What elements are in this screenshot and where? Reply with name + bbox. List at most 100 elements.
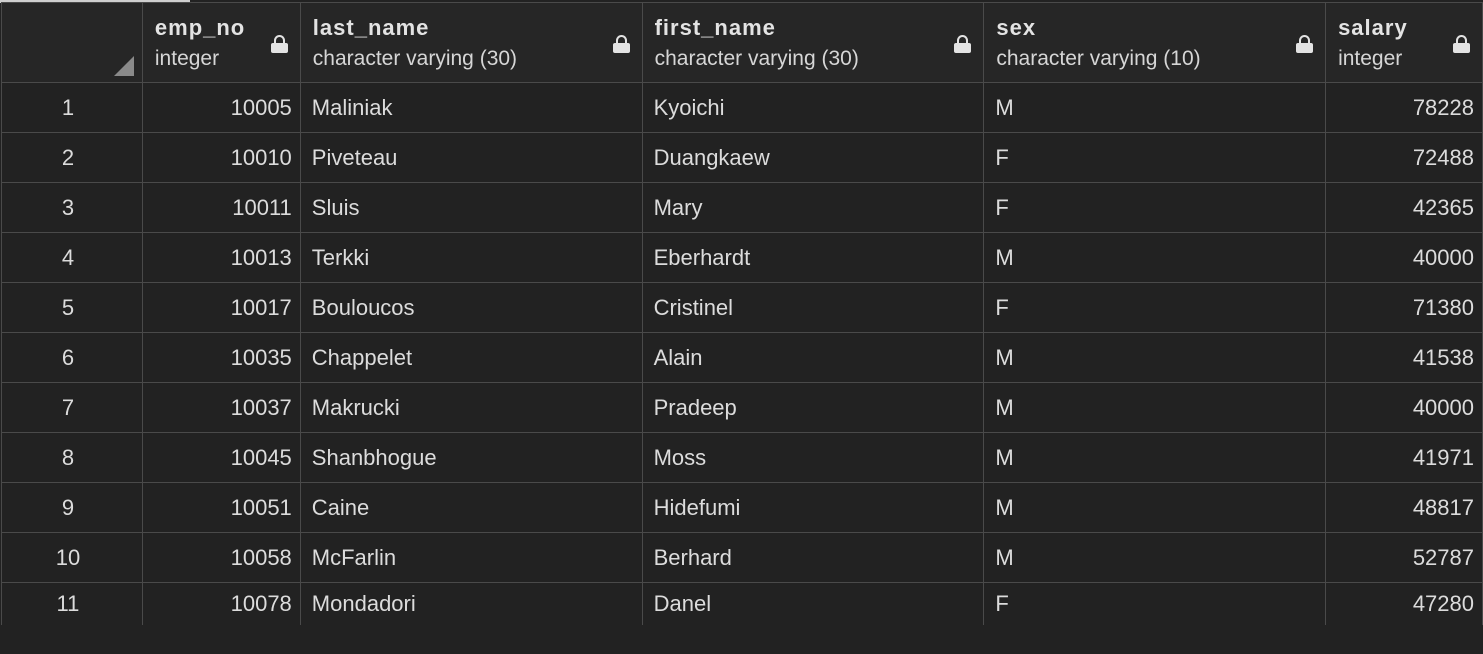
cell-first-name[interactable]: Berhard bbox=[641, 532, 985, 583]
cell-last-name[interactable]: Piveteau bbox=[299, 132, 643, 183]
cell-first-name[interactable]: Cristinel bbox=[641, 282, 985, 333]
cell-first-name[interactable]: Hidefumi bbox=[641, 482, 985, 533]
cell-sex[interactable]: M bbox=[983, 382, 1327, 433]
table-row[interactable]: 10 10058 McFarlin Berhard M 52787 bbox=[1, 532, 1483, 583]
cell-emp-no[interactable]: 10035 bbox=[141, 332, 301, 383]
column-header-last-name[interactable]: last_name character varying (30) bbox=[299, 2, 643, 83]
row-number[interactable]: 1 bbox=[1, 82, 143, 133]
cell-emp-no[interactable]: 10045 bbox=[141, 432, 301, 483]
cell-salary[interactable]: 40000 bbox=[1325, 382, 1483, 433]
table-row[interactable]: 11 10078 Mondadori Danel F 47280 bbox=[1, 582, 1483, 625]
cell-last-name[interactable]: Sluis bbox=[299, 182, 643, 233]
column-type: character varying (30) bbox=[654, 47, 859, 70]
cell-first-name[interactable]: Alain bbox=[641, 332, 985, 383]
cell-last-name[interactable]: Makrucki bbox=[299, 382, 643, 433]
cell-emp-no[interactable]: 10017 bbox=[141, 282, 301, 333]
table-row[interactable]: 6 10035 Chappelet Alain M 41538 bbox=[1, 332, 1483, 383]
row-number[interactable]: 7 bbox=[1, 382, 143, 433]
cell-salary[interactable]: 40000 bbox=[1325, 232, 1483, 283]
table-row[interactable]: 7 10037 Makrucki Pradeep M 40000 bbox=[1, 382, 1483, 433]
cell-last-name[interactable]: Caine bbox=[299, 482, 643, 533]
lock-icon bbox=[1453, 35, 1470, 53]
cell-first-name[interactable]: Pradeep bbox=[641, 382, 985, 433]
cell-sex[interactable]: F bbox=[983, 582, 1327, 625]
cell-first-name[interactable]: Danel bbox=[641, 582, 985, 625]
table-row[interactable]: 3 10011 Sluis Mary F 42365 bbox=[1, 182, 1483, 233]
cell-sex[interactable]: F bbox=[983, 182, 1327, 233]
lock-icon bbox=[270, 35, 288, 53]
row-number[interactable]: 2 bbox=[1, 132, 143, 183]
column-header-emp-no[interactable]: emp_no integer bbox=[141, 2, 301, 83]
cell-sex[interactable]: M bbox=[983, 82, 1327, 133]
cell-sex[interactable]: M bbox=[983, 232, 1327, 283]
lock-icon bbox=[954, 35, 972, 53]
cell-last-name[interactable]: Maliniak bbox=[299, 82, 643, 133]
cell-salary[interactable]: 48817 bbox=[1325, 482, 1483, 533]
column-type: integer bbox=[1338, 47, 1403, 70]
cell-emp-no[interactable]: 10013 bbox=[141, 232, 301, 283]
row-number[interactable]: 5 bbox=[1, 282, 143, 333]
row-number[interactable]: 3 bbox=[1, 182, 143, 233]
results-grid: emp_no integer last_name character varying … bbox=[0, 0, 1483, 654]
table-row[interactable]: 1 10005 Maliniak Kyoichi M 78228 bbox=[1, 82, 1483, 133]
column-name: sex bbox=[996, 15, 1037, 40]
column-header-first-name[interactable]: first_name character varying (30) bbox=[641, 2, 985, 83]
cell-last-name[interactable]: Mondadori bbox=[299, 582, 643, 625]
lock-icon bbox=[1296, 35, 1314, 53]
row-number[interactable]: 4 bbox=[1, 232, 143, 283]
cell-first-name[interactable]: Duangkaew bbox=[641, 132, 985, 183]
cell-last-name[interactable]: Chappelet bbox=[299, 332, 643, 383]
cell-salary[interactable]: 47280 bbox=[1325, 582, 1483, 625]
table-row[interactable]: 4 10013 Terkki Eberhardt M 40000 bbox=[1, 232, 1483, 283]
cell-last-name[interactable]: Shanbhogue bbox=[299, 432, 643, 483]
cell-salary[interactable]: 42365 bbox=[1325, 182, 1483, 233]
cell-last-name[interactable]: Terkki bbox=[299, 232, 643, 283]
cell-emp-no[interactable]: 10005 bbox=[141, 82, 301, 133]
cell-first-name[interactable]: Eberhardt bbox=[641, 232, 985, 283]
cell-salary[interactable]: 41538 bbox=[1325, 332, 1483, 383]
row-number[interactable]: 9 bbox=[1, 482, 143, 533]
row-number[interactable]: 11 bbox=[1, 582, 143, 625]
cell-sex[interactable]: F bbox=[983, 132, 1327, 183]
cell-emp-no[interactable]: 10078 bbox=[141, 582, 301, 625]
lock-icon bbox=[612, 35, 630, 53]
cell-emp-no[interactable]: 10010 bbox=[141, 132, 301, 183]
cell-first-name[interactable]: Mary bbox=[641, 182, 985, 233]
cell-emp-no[interactable]: 10037 bbox=[141, 382, 301, 433]
cell-first-name[interactable]: Kyoichi bbox=[641, 82, 985, 133]
data-table: emp_no integer last_name character varying … bbox=[1, 2, 1483, 625]
cell-last-name[interactable]: McFarlin bbox=[299, 532, 643, 583]
table-row[interactable]: 9 10051 Caine Hidefumi M 48817 bbox=[1, 482, 1483, 533]
column-name: salary bbox=[1338, 15, 1408, 40]
select-all-corner-icon[interactable] bbox=[113, 56, 134, 76]
cell-sex[interactable]: M bbox=[983, 532, 1327, 583]
column-type: integer bbox=[154, 47, 220, 70]
cell-salary[interactable]: 78228 bbox=[1325, 82, 1483, 133]
cell-emp-no[interactable]: 10058 bbox=[141, 532, 301, 583]
cell-salary[interactable]: 41971 bbox=[1325, 432, 1483, 483]
row-number[interactable]: 10 bbox=[1, 532, 143, 583]
cell-sex[interactable]: M bbox=[983, 432, 1327, 483]
table-row[interactable]: 2 10010 Piveteau Duangkaew F 72488 bbox=[1, 132, 1483, 183]
cell-last-name[interactable]: Bouloucos bbox=[299, 282, 643, 333]
column-header-sex[interactable]: sex character varying (10) bbox=[983, 2, 1327, 83]
table-row[interactable]: 8 10045 Shanbhogue Moss M 41971 bbox=[1, 432, 1483, 483]
cell-sex[interactable]: M bbox=[983, 332, 1327, 383]
cell-sex[interactable]: F bbox=[983, 282, 1327, 333]
cell-emp-no[interactable]: 10051 bbox=[141, 482, 301, 533]
cell-salary[interactable]: 71380 bbox=[1325, 282, 1483, 333]
column-header-salary[interactable]: salary integer bbox=[1325, 2, 1483, 83]
column-type: character varying (30) bbox=[312, 47, 518, 70]
header-row: emp_no integer last_name character varying … bbox=[1, 2, 1483, 83]
row-number[interactable]: 8 bbox=[1, 432, 143, 483]
cell-emp-no[interactable]: 10011 bbox=[141, 182, 301, 233]
column-name: first_name bbox=[654, 15, 776, 40]
cell-sex[interactable]: M bbox=[983, 482, 1327, 533]
column-name: last_name bbox=[312, 15, 430, 40]
cell-salary[interactable]: 52787 bbox=[1325, 532, 1483, 583]
table-row[interactable]: 5 10017 Bouloucos Cristinel F 71380 bbox=[1, 282, 1483, 333]
cell-salary[interactable]: 72488 bbox=[1325, 132, 1483, 183]
select-all-corner[interactable] bbox=[1, 2, 143, 83]
cell-first-name[interactable]: Moss bbox=[641, 432, 985, 483]
row-number[interactable]: 6 bbox=[1, 332, 143, 383]
